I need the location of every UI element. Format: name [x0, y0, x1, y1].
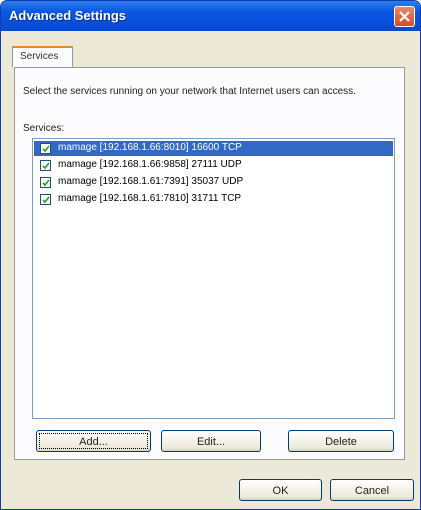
service-checkbox[interactable] [40, 177, 51, 188]
edit-button[interactable]: Edit... [161, 430, 261, 452]
service-label: mamage [192.168.1.66:8010] 16600 TCP [58, 142, 242, 153]
list-item[interactable]: mamage [192.168.1.66:9858] 27111 UDP [34, 158, 393, 173]
delete-button[interactable]: Delete [288, 430, 394, 452]
tab-services[interactable]: Services [12, 46, 73, 67]
checkmark-icon [42, 162, 50, 170]
list-item[interactable]: mamage [192.168.1.61:7391] 35037 UDP [34, 175, 393, 190]
close-button[interactable] [394, 6, 415, 27]
ok-button[interactable]: OK [239, 479, 322, 501]
advanced-settings-dialog: Advanced Settings Services Select the se… [0, 0, 421, 510]
title-bar[interactable]: Advanced Settings [1, 1, 420, 31]
checkmark-icon [42, 145, 50, 153]
service-label: mamage [192.168.1.66:9858] 27111 UDP [58, 159, 242, 170]
checkmark-icon [42, 196, 50, 204]
services-list-label: Services: [23, 123, 65, 134]
service-checkbox[interactable] [40, 143, 51, 154]
checkmark-icon [42, 179, 50, 187]
list-item[interactable]: mamage [192.168.1.61:7810] 31711 TCP [34, 192, 393, 207]
services-description: Select the services running on your netw… [23, 86, 356, 97]
add-button[interactable]: Add... [36, 430, 151, 452]
service-label: mamage [192.168.1.61:7391] 35037 UDP [58, 176, 244, 187]
window-title: Advanced Settings [9, 8, 127, 23]
service-checkbox[interactable] [40, 160, 51, 171]
service-label: mamage [192.168.1.61:7810] 31711 TCP [58, 193, 242, 204]
cancel-button[interactable]: Cancel [330, 479, 414, 501]
close-icon [399, 11, 410, 22]
list-item[interactable]: mamage [192.168.1.66:8010] 16600 TCP [34, 141, 393, 156]
tab-services-label: Services [20, 51, 59, 62]
services-list[interactable]: mamage [192.168.1.66:8010] 16600 TCP mam… [32, 138, 395, 419]
service-checkbox[interactable] [40, 194, 51, 205]
